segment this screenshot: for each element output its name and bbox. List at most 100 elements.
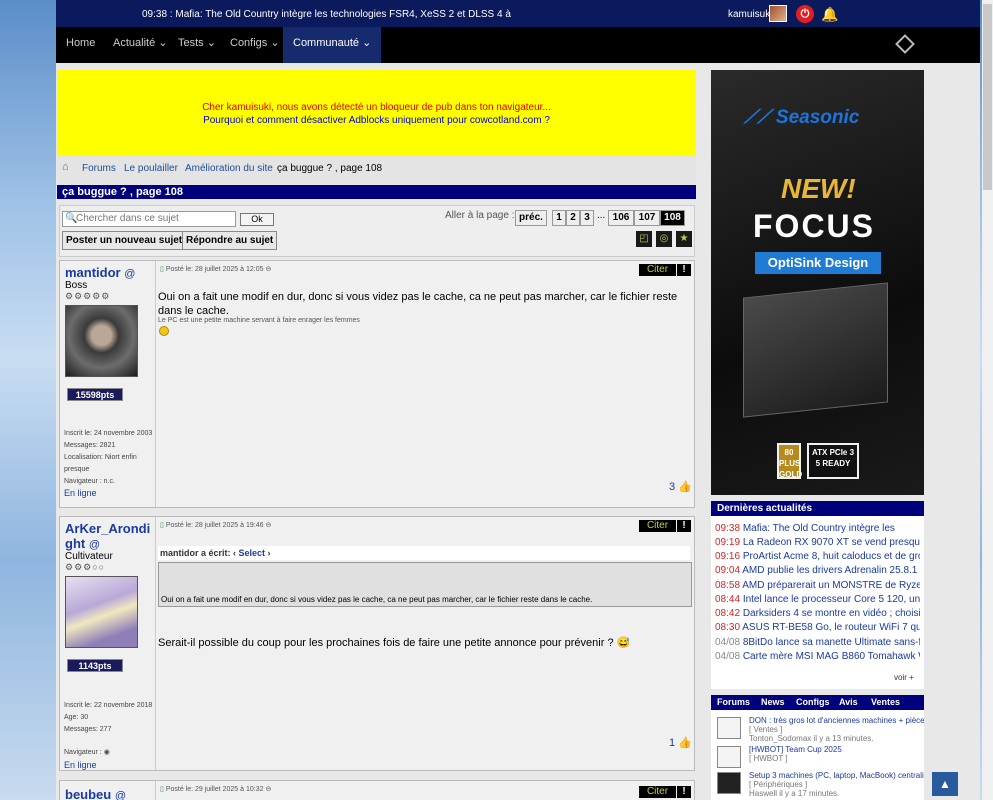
report-button[interactable]: ! [677,264,691,276]
tab-news[interactable]: News [761,697,785,707]
ad-badge-80plus: 80 PLUS GOLD [777,443,802,479]
scrollbar[interactable] [982,0,993,800]
points-badge: 1143pts [67,659,123,672]
logout-icon[interactable]: ⏻ [796,5,814,23]
nav-communaute[interactable]: Communauté ⌄ [283,27,382,63]
page-3[interactable]: 3 [580,210,594,226]
favorite-star-icon[interactable]: ★ [676,231,692,247]
post-date: ▯ Posté le: 29 juillet 2025 à 10:32 ⊖ [160,786,272,793]
bell-icon[interactable]: 🔔 [821,6,838,23]
document-icon: ▯ [160,266,164,273]
post-date: ▯ Posté le: 28 juillet 2025 à 12:05 ⊖ [160,266,272,273]
news-item[interactable]: 04/08 Carte mère MSI MAG B860 Tomahawk W… [715,651,920,665]
scroll-top-button[interactable]: ▲ [932,772,958,796]
avatar[interactable] [65,576,138,648]
report-button[interactable]: ! [677,520,691,532]
sidebar-ad[interactable]: ⟋⟋ Seasonic NEW! FOCUS OptiSink Design 8… [711,70,924,495]
chevron-down-icon: ⌄ [158,37,168,49]
news-item[interactable]: 08:30 ASUS RT-BE58 Go, le routeur WiFi 7… [715,622,920,636]
chevron-down-icon: ⌄ [362,37,372,49]
watch-icon[interactable]: ◎ [656,231,672,247]
penguin-avatar-icon [717,717,741,739]
tab-forums[interactable]: Forums [717,697,750,707]
user-avatar-icon [717,746,741,768]
breadcrumb-amelioration[interactable]: Amélioration du site [185,163,273,174]
forum-item[interactable]: DON : très gros lot d'anciennes machines… [717,716,924,743]
breadcrumb-forums[interactable]: Forums [82,163,116,174]
forum-item[interactable]: [HWBOT] Team Cup 2025[ HWBOT ] [717,745,924,771]
search-icon: 🔍 [65,213,78,224]
scrollbar-thumb[interactable] [983,4,992,190]
online-status: En ligne [64,760,97,770]
firefox-icon: ◉ [103,749,110,756]
user-avatar[interactable] [769,5,787,22]
post-author[interactable]: beubeu @ [65,787,126,800]
quote-body: Oui on a fait une modif en dur, donc si … [158,562,692,607]
nav-configs[interactable]: Configs ⌄ [220,27,290,63]
forum-item[interactable]: Setup 3 machines (PC, laptop, MacBook) c… [717,771,924,798]
avatar[interactable] [65,305,138,377]
thumb-up-icon: 👍 [678,481,692,493]
site-logo-icon[interactable] [895,34,915,54]
page-1[interactable]: 1 [552,210,566,226]
like-button[interactable]: 3 👍 [669,480,692,493]
adblock-notice: Cher kamuisuki, nous avons détecté un bl… [57,70,696,156]
page-107[interactable]: 107 [634,210,660,226]
page-106[interactable]: 106 [608,210,634,226]
home-icon[interactable]: ⌂ [62,161,69,173]
news-item[interactable]: 09:16 ProArtist Acme 8, huit caloducs et… [715,551,920,565]
author-info: Inscrit le: 22 novembre 2018 Age: 30 Messa… [64,702,153,733]
news-item[interactable]: 04/08 8BitDo lance sa manette Ultimate s… [715,637,920,651]
browser-info: Navigateur : ◉ [64,749,110,756]
page-2[interactable]: 2 [566,210,580,226]
ad-new: NEW! [781,173,856,204]
username[interactable]: kamuisuki [728,9,772,20]
quote-button[interactable]: Citer [639,264,676,276]
search-ok-button[interactable]: Ok [240,213,274,226]
new-topic-button[interactable]: Poster un nouveau sujet [62,231,187,250]
nav-tests[interactable]: Tests ⌄ [168,27,226,63]
post: mantidor @ Boss ⚙⚙⚙⚙⚙ 15598pts Inscrit l… [59,260,695,508]
quote-button[interactable]: Citer [639,786,676,798]
tab-configs[interactable]: Configs [796,697,830,707]
news-item[interactable]: 09:19 La Radeon RX 9070 XT se vend presq… [715,537,920,551]
post-author[interactable]: ArKer_Arondi ght @ [65,521,150,553]
infos-icon: ⊖ [265,786,272,793]
tab-avis[interactable]: Avis [839,697,858,707]
prev-page-button[interactable]: préc. [515,210,547,226]
thumb-up-icon: 👍 [678,737,692,749]
news-title: Dernières actualités [711,501,924,516]
nav-home[interactable]: Home [56,27,105,63]
more-news-link[interactable]: voir + [894,673,914,682]
news-item[interactable]: 09:38 Mafia: The Old Country intègre les [715,523,920,537]
breadcrumb-poulailler[interactable]: Le poulailler [124,163,178,174]
news-item[interactable]: 08:44 Intel lance le processeur Core 5 1… [715,594,920,608]
news-item[interactable]: 09:04 AMD publie les drivers Adrenalin 2… [715,565,920,579]
psu-image [743,282,888,418]
nav-actualite[interactable]: Actualité ⌄ [103,27,177,63]
infos-icon: ⊖ [265,266,272,273]
post-date: ▯ Posté le: 28 juillet 2025 à 19:46 ⊖ [160,522,272,529]
smiley-icon [159,326,169,336]
search-input[interactable]: 🔍 Chercher dans ce sujet [62,211,236,227]
adblock-help-link[interactable]: Pourquoi et comment désactiver Adblocks … [57,114,696,127]
quote-button[interactable]: Citer [639,520,676,532]
reply-button[interactable]: Répondre au sujet [182,231,278,250]
author-rank: Boss [65,280,88,291]
news-item[interactable]: 08:58 AMD préparerait un MONSTRE de Ryze… [715,580,920,594]
ad-product: FOCUS [753,208,875,244]
ad-tagline: OptiSink Design [755,252,881,274]
ad-brand: ⟋⟋ Seasonic [744,107,860,128]
report-button[interactable]: ! [677,786,691,798]
user-avatar-icon [717,772,741,794]
like-button[interactable]: 1 👍 [669,736,692,749]
rss-icon[interactable]: ◰ [636,231,652,247]
page-108[interactable]: 108 [660,210,685,226]
quote-select-link[interactable]: Select [239,548,266,558]
news-item[interactable]: 08:42 Darksiders 4 se montre en vidéo ; … [715,608,920,622]
rank-icons: ⚙⚙⚙⚙⚙ [65,291,111,301]
main-nav: Home Actualité ⌄ Tests ⌄ Configs ⌄ Commu… [56,27,980,63]
news-ticker[interactable]: 09:38 : Mafia: The Old Country intègre l… [142,9,511,20]
tab-ventes[interactable]: Ventes [871,697,900,707]
forum-tabs: Forums News Configs Avis Ventes [711,695,924,710]
